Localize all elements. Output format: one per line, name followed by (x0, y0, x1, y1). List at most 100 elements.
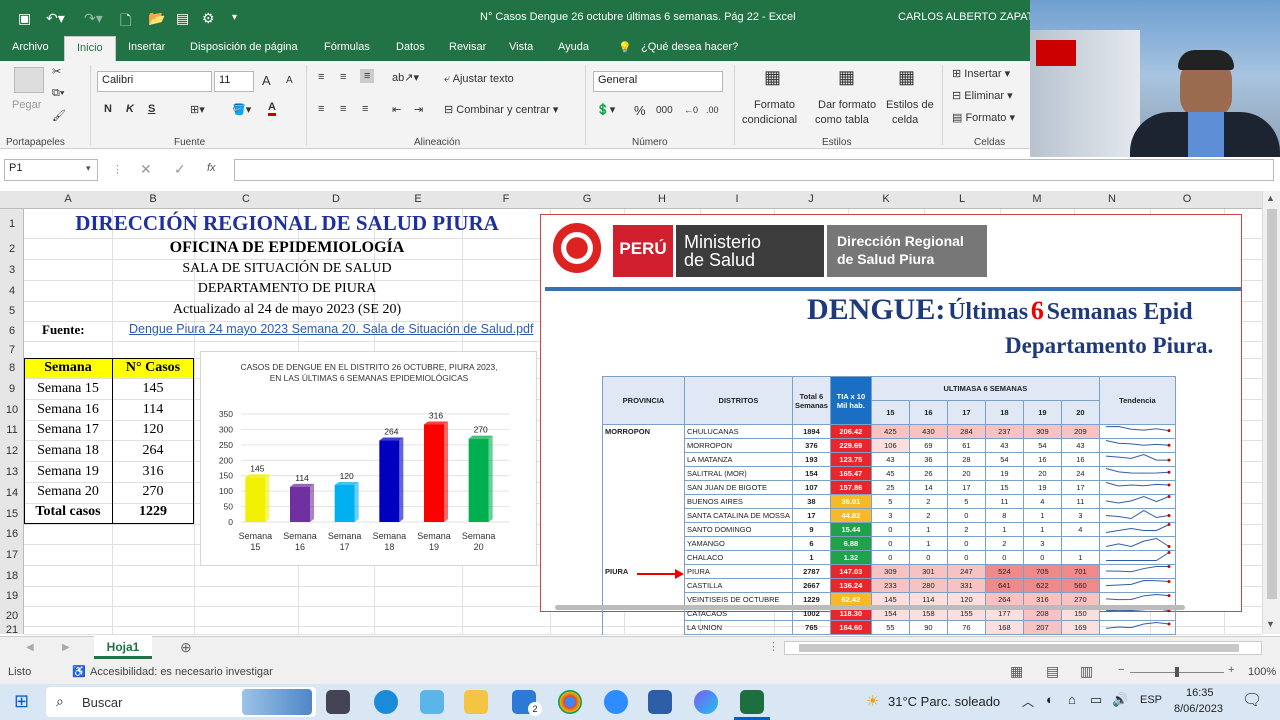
col-header-i[interactable]: I (700, 193, 774, 205)
row-header-13[interactable]: 13 (0, 466, 24, 478)
col-header-j[interactable]: J (774, 193, 848, 205)
merge-center-button[interactable]: ⊟ Combinar y centrar ▾ (444, 103, 558, 116)
cell-styles-button[interactable]: Estilos de (886, 99, 934, 111)
customize-qat-icon[interactable]: ▾ (232, 12, 237, 23)
zoom-app-icon[interactable] (604, 690, 628, 714)
office-title[interactable]: OFICINA DE EPIDEMIOLOGÍA (24, 239, 550, 257)
col-header-l[interactable]: L (924, 193, 1000, 205)
row-header-11[interactable]: 11 (0, 424, 24, 436)
network-icon[interactable]: ⌂ (1068, 692, 1076, 707)
weather-icon[interactable]: ☀ (866, 692, 879, 710)
align-center-icon[interactable]: ≡ (340, 103, 346, 115)
align-top-icon[interactable]: ≡ (318, 71, 324, 83)
row-header-16[interactable]: 16 (0, 528, 24, 540)
align-middle-icon[interactable]: ≡ (340, 71, 346, 83)
font-color-icon[interactable]: A (268, 101, 276, 116)
tell-me-search[interactable]: ¿Qué desea hacer? (641, 41, 738, 53)
chrome-icon[interactable] (558, 690, 582, 714)
italic-button[interactable]: K (126, 103, 134, 115)
tab-vista[interactable]: Vista (509, 41, 533, 53)
align-left-icon[interactable]: ≡ (318, 103, 324, 115)
row-header-3[interactable]: 3 (0, 264, 24, 276)
name-box[interactable]: P1 (4, 159, 98, 181)
open-icon[interactable]: 📂 (148, 10, 165, 27)
format-painter-icon[interactable]: 🖌 (52, 109, 66, 122)
align-right-icon[interactable]: ≡ (362, 103, 368, 115)
format-table-label2[interactable]: como tabla (815, 114, 869, 126)
zoom-in-icon[interactable]: + (1228, 664, 1234, 676)
accessibility-status[interactable]: Accesibilidad: es necesario investigar (90, 666, 273, 678)
col-header-k[interactable]: K (848, 193, 924, 205)
next-sheet-icon[interactable]: ▶ (62, 642, 70, 653)
row-header-8[interactable]: 8 (0, 362, 24, 374)
tab-ayuda[interactable]: Ayuda (558, 41, 589, 53)
task-view-icon[interactable] (326, 690, 350, 714)
font-size-select[interactable]: 11 (214, 71, 254, 92)
font-name-select[interactable]: Calibri (97, 71, 212, 92)
row-header-15[interactable]: 15 (0, 508, 24, 520)
indent-increase-icon[interactable]: ⇥ (414, 103, 423, 116)
user-name[interactable]: CARLOS ALBERTO ZAPATA (898, 11, 1040, 23)
decimal-increase-icon[interactable]: ←0 (684, 105, 698, 115)
tab-formulas[interactable]: Fórmulas (324, 41, 370, 53)
normal-view-icon[interactable]: ▦ (1010, 663, 1023, 680)
volume-icon[interactable]: 🔊 (1112, 692, 1128, 708)
hscroll-thumb[interactable] (799, 644, 1239, 652)
prev-sheet-icon[interactable]: ◀ (26, 642, 34, 653)
paste-icon[interactable] (14, 67, 44, 93)
format-cells-button[interactable]: ▤ Formato ▾ (952, 111, 1015, 124)
zoom-thumb[interactable] (1175, 667, 1179, 677)
row-header-7[interactable]: 7 (0, 344, 24, 356)
bold-button[interactable]: N (104, 103, 112, 115)
clock-time[interactable]: 16:35 (1186, 687, 1214, 699)
col-header-o[interactable]: O (1150, 193, 1224, 205)
minsa-report-image[interactable]: PERÚ Ministerio de Salud Dirección Region… (540, 214, 1242, 635)
row-header-18[interactable]: 18 (0, 570, 24, 582)
currency-icon[interactable]: 💲▾ (596, 103, 615, 116)
undo-icon[interactable]: ↶▾ (46, 10, 65, 27)
shrink-font-button[interactable]: A (286, 75, 293, 86)
notification-icon[interactable]: 🗨 (1242, 690, 1262, 710)
edge-icon[interactable] (374, 690, 398, 714)
col-header-a[interactable]: A (24, 193, 112, 205)
fill-color-icon[interactable]: 🪣▾ (232, 103, 251, 116)
decimal-decrease-icon[interactable]: .00 (706, 105, 719, 115)
col-header-c[interactable]: C (194, 193, 298, 205)
percent-button[interactable]: % (634, 103, 646, 118)
vertical-scrollbar[interactable]: ▲ ▼ (1262, 191, 1280, 634)
weather-text[interactable]: 31°C Parc. soleado (888, 694, 1000, 709)
conditional-format-label2[interactable]: condicional (742, 114, 797, 126)
tab-revisar[interactable]: Revisar (449, 41, 486, 53)
insert-function-button[interactable]: fx (207, 162, 216, 174)
horizontal-scrollbar[interactable] (784, 641, 1262, 655)
formula-input[interactable] (234, 159, 1274, 181)
borders-icon[interactable]: ⊞▾ (190, 103, 205, 116)
tab-disposicion[interactable]: Disposición de página (190, 41, 298, 53)
number-format-select[interactable]: General (593, 71, 723, 92)
scroll-thumb[interactable] (1267, 209, 1277, 599)
tab-archivo[interactable]: Archivo (12, 41, 49, 53)
align-bottom-icon[interactable]: ≡ (360, 69, 375, 83)
row-header-20[interactable]: 20 (0, 610, 24, 622)
bar-chart[interactable]: CASOS DE DENGUE EN EL DISTRITO 26 OCTUBR… (200, 351, 537, 566)
source-label[interactable]: Fuente: (42, 322, 85, 338)
taskbar-search[interactable]: ⌕ Buscar (46, 687, 316, 717)
insert-cells-button[interactable]: ⊞ Insertar ▾ (952, 67, 1010, 80)
redo-icon[interactable]: ↷▾ (84, 10, 103, 27)
col-header-d[interactable]: D (298, 193, 374, 205)
source-link[interactable]: Dengue Piura 24 mayo 2023 Semana 20. Sal… (129, 322, 533, 336)
zoom-level[interactable]: 100% (1248, 666, 1276, 678)
windows-start-icon[interactable]: ⊞ (14, 691, 29, 712)
row-header-21[interactable]: 21 (0, 624, 24, 636)
tab-insertar[interactable]: Insertar (128, 41, 165, 53)
col-header-h[interactable]: H (624, 193, 700, 205)
tray-icon-1[interactable]: ◐ (1046, 692, 1054, 707)
col-header-e[interactable]: E (374, 193, 462, 205)
orientation-icon[interactable]: ab↗▾ (392, 71, 419, 84)
row-header-9[interactable]: 9 (0, 383, 24, 395)
dept-title[interactable]: DEPARTAMENTO DE PIURA (24, 281, 550, 297)
grow-font-button[interactable]: A (262, 73, 271, 88)
clock-date[interactable]: 8/06/2023 (1174, 703, 1223, 715)
print-preview-icon[interactable]: 🗋 (120, 10, 131, 34)
file-explorer-icon[interactable] (464, 690, 488, 714)
